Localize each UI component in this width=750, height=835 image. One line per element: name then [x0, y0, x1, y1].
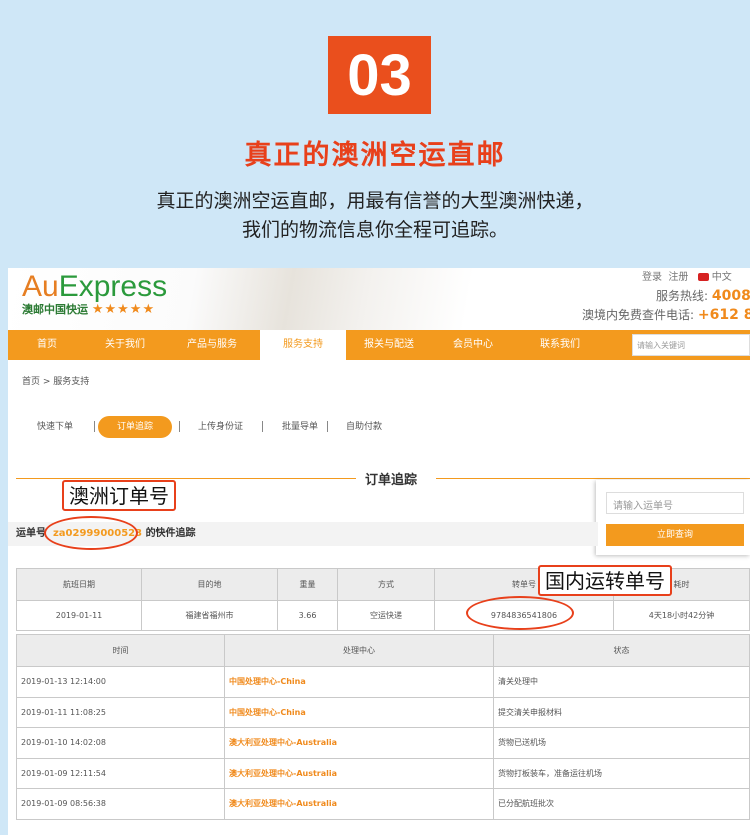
table-row: 2019-01-09 08:56:38 澳大利亚处理中心-Australia 已… — [16, 788, 750, 820]
event-status: 货物打板装车，准备运往机场 — [493, 757, 750, 789]
table-row: 2019-01-10 14:02:08 澳大利亚处理中心-Australia 货… — [16, 727, 750, 759]
column-header: 方式 — [337, 568, 435, 601]
table-row: 2019-01-09 12:11:54 澳大利亚处理中心-Australia 货… — [16, 757, 750, 789]
language-link[interactable]: 中文 — [712, 272, 732, 283]
nav-contact[interactable]: 联系我们 — [514, 330, 606, 360]
service-hotline: 服务热线: 40080 — [656, 288, 750, 304]
section-divider — [436, 478, 750, 479]
main-nav: 首页 关于我们 产品与服务 服务支持 报关与配送 会员中心 联系我们 请输入关键… — [8, 330, 750, 360]
method: 空运快递 — [337, 600, 435, 631]
event-time: 2019-01-13 12:14:00 — [16, 666, 225, 698]
column-header: 航班日期 — [16, 568, 142, 601]
au-order-number-callout: 澳洲订单号 — [62, 480, 176, 511]
register-link[interactable]: 注册 — [668, 272, 688, 283]
transfer-number-highlight — [466, 596, 574, 630]
breadcrumb: 首页 > 服务支持 — [22, 377, 90, 387]
event-center: 澳大利亚处理中心-Australia — [224, 788, 494, 820]
section-number-badge: 03 — [328, 36, 431, 114]
duration: 4天18小时42分钟 — [613, 600, 750, 631]
section-title: 订单追踪 — [365, 473, 418, 488]
event-center: 澳大利亚处理中心-Australia — [224, 757, 494, 789]
event-status: 已分配航班批次 — [493, 788, 750, 820]
event-status: 货物已送机场 — [493, 727, 750, 759]
site-header: AuExpress 澳邮中国快运 ★★★★★ 登录 注册 中文 服务热线: 40… — [8, 268, 750, 330]
description-line-1: 真正的澳洲空运直邮，用最有信誉的大型澳洲快递， — [156, 190, 594, 212]
flight-date: 2019-01-11 — [16, 600, 142, 631]
nav-home[interactable]: 首页 — [8, 330, 86, 360]
tab-divider — [262, 421, 263, 432]
query-button[interactable]: 立即查询 — [606, 524, 744, 546]
headline: 真正的澳洲空运直邮 — [244, 140, 506, 171]
weight: 3.66 — [277, 600, 338, 631]
column-header: 状态 — [493, 634, 750, 667]
destination: 福建省福州市 — [141, 600, 278, 631]
site-logo[interactable]: AuExpress — [22, 270, 167, 304]
website-screenshot: AuExpress 澳邮中国快运 ★★★★★ 登录 注册 中文 服务热线: 40… — [8, 268, 750, 835]
china-flag-icon — [697, 273, 709, 281]
tab-divider — [179, 421, 180, 432]
table-row: 2019-01-13 12:14:00 中国处理中心-China 清关处理中 — [16, 666, 750, 698]
column-header: 处理中心 — [224, 634, 494, 667]
tab-divider — [94, 421, 95, 432]
table-row: 2019-01-11 11:08:25 中国处理中心-China 提交清关申报材… — [16, 696, 750, 728]
table-row: 2019-01-11 福建省福州市 3.66 空运快递 978483654180… — [16, 600, 750, 631]
top-links: 登录 注册 中文 — [642, 268, 732, 283]
event-time: 2019-01-11 11:08:25 — [16, 696, 225, 728]
event-center: 中国处理中心-China — [224, 666, 494, 698]
event-status: 清关处理中 — [493, 666, 750, 698]
event-time: 2019-01-09 08:56:38 — [16, 788, 225, 820]
section-divider — [16, 478, 356, 479]
tab-quick-order[interactable]: 快速下单 — [37, 416, 73, 438]
tab-divider — [327, 421, 328, 432]
tab-self-pay[interactable]: 自助付款 — [346, 416, 382, 438]
login-link[interactable]: 登录 — [642, 272, 662, 283]
nav-customs[interactable]: 报关与配送 — [346, 330, 432, 360]
event-time: 2019-01-10 14:02:08 — [16, 727, 225, 759]
tracking-number-input[interactable]: 请输入运单号 — [606, 492, 744, 514]
event-center: 澳大利亚处理中心-Australia — [224, 727, 494, 759]
nav-about[interactable]: 关于我们 — [86, 330, 164, 360]
support-tabs: 快速下单 订单追踪 上传身份证 批量导单 自助付款 — [8, 416, 750, 440]
tab-upload-id[interactable]: 上传身份证 — [198, 416, 243, 438]
column-header: 目的地 — [141, 568, 278, 601]
description-line-2: 我们的物流信息你全程可追踪。 — [241, 219, 508, 241]
domestic-transfer-number-callout: 国内运转单号 — [538, 565, 672, 596]
tracking-search-panel: 请输入运单号 立即查询 — [596, 480, 750, 555]
logo-tagline: 澳邮中国快运 ★★★★★ — [22, 302, 156, 317]
tab-order-tracking[interactable]: 订单追踪 — [98, 416, 172, 438]
nav-members[interactable]: 会员中心 — [432, 330, 514, 360]
site-search-input[interactable]: 请输入关键词 — [632, 334, 750, 356]
event-time: 2019-01-09 12:11:54 — [16, 757, 225, 789]
column-header: 重量 — [277, 568, 338, 601]
tab-batch-import[interactable]: 批量导单 — [282, 416, 318, 438]
nav-support[interactable]: 服务支持 — [260, 330, 346, 360]
column-header: 时间 — [16, 634, 225, 667]
tracking-number-highlight — [44, 516, 138, 550]
nav-products[interactable]: 产品与服务 — [164, 330, 260, 360]
tracking-phone: 澳境内免费查件电话: +612 877 — [582, 307, 750, 323]
tracking-events-table: 时间 处理中心 状态 2019-01-13 12:14:00 中国处理中心-Ch… — [16, 634, 750, 820]
event-center: 中国处理中心-China — [224, 696, 494, 728]
event-status: 提交清关申报材料 — [493, 696, 750, 728]
